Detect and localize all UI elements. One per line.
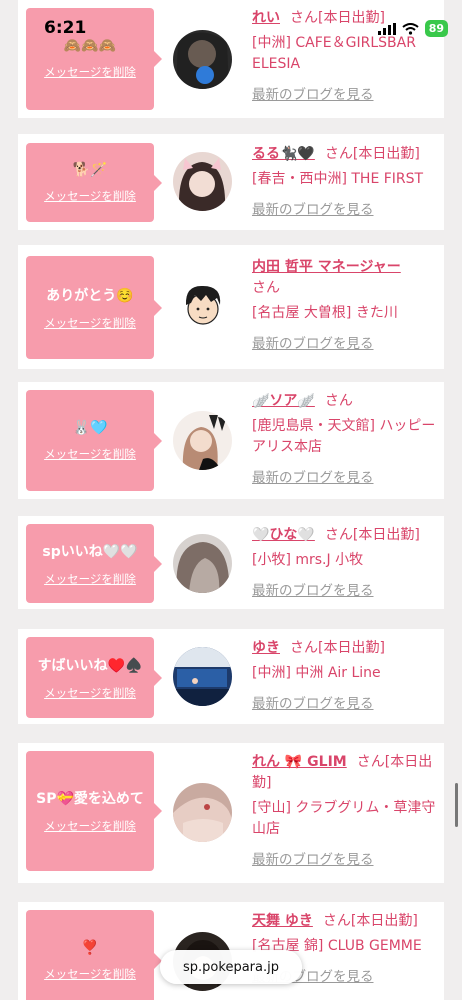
shop-name: [小牧] mrs.J 小牧	[252, 552, 364, 568]
message-bubble: SP💝愛を込めて メッセージを削除	[26, 751, 162, 871]
avatar[interactable]	[173, 647, 232, 706]
message-text: ありがとう☺️	[46, 287, 134, 304]
latest-blog-link[interactable]: 最新のブログを見る	[252, 581, 440, 602]
delete-message-link[interactable]: メッセージを削除	[44, 446, 136, 462]
message-bubble: 🐰🩵 メッセージを削除	[26, 390, 162, 491]
avatar[interactable]	[173, 534, 232, 593]
honorific-text: さん[本日出勤]	[324, 146, 420, 162]
delete-message-link[interactable]: メッセージを削除	[44, 685, 136, 701]
cast-name-link[interactable]: れい	[252, 10, 280, 26]
honorific-text: さん[本日出勤]	[290, 640, 385, 656]
shop-name: [守山] クラブグリム・草津守山店	[252, 800, 436, 837]
url-text: sp.pokepara.jp	[183, 959, 279, 975]
delete-message-link[interactable]: メッセージを削除	[44, 64, 136, 80]
shop-name: [中洲] 中洲 Air Line	[252, 665, 381, 681]
avatar[interactable]	[173, 411, 232, 470]
delete-message-link[interactable]: メッセージを削除	[44, 571, 136, 587]
cast-name-link[interactable]: ゆき	[252, 640, 280, 656]
avatar[interactable]	[173, 152, 232, 211]
honorific-text: さん[本日出勤]	[322, 913, 418, 929]
message-text: ❣️	[81, 940, 99, 956]
delete-message-link[interactable]: メッセージを削除	[44, 315, 136, 331]
latest-blog-link[interactable]: 最新のブログを見る	[252, 850, 440, 871]
honorific-text: さん	[324, 393, 353, 409]
profile-info: 🤍ひな🤍 さん[本日出勤] [小牧] mrs.J 小牧 最新のブログを見る	[252, 525, 440, 602]
cast-name-link[interactable]: 天舞 ゆき	[252, 913, 313, 929]
delete-message-link[interactable]: メッセージを削除	[44, 818, 136, 834]
cast-name-link[interactable]: れん 🎀 GLIM	[252, 754, 347, 770]
delete-message-link[interactable]: メッセージを削除	[44, 188, 136, 204]
avatar[interactable]	[173, 30, 232, 89]
profile-info: 内田 哲平 マネージャー さん [名古屋 大曽根] きた川 最新のブログを見る	[252, 257, 440, 355]
honorific-text: さん[本日出勤]	[324, 527, 420, 543]
message-bubble: 🐕🪄 メッセージを削除	[26, 143, 162, 222]
message-card: ありがとう☺️ メッセージを削除 内田 哲平 マネージャー さん [名古屋 大曽…	[18, 245, 444, 369]
profile-info: るる🐈‍⬛🖤 さん[本日出勤] [春吉・西中洲] THE FIRST 最新のブログ…	[252, 144, 440, 221]
avatar[interactable]	[173, 783, 232, 842]
honorific-text: さん	[252, 280, 280, 296]
shop-name: [鹿児島県・天文館] ハッピーアリス本店	[252, 418, 436, 455]
message-text: 🙈🙈🙈	[63, 38, 117, 54]
cast-name-link[interactable]: 内田 哲平 マネージャー	[252, 259, 401, 275]
avatar[interactable]	[173, 277, 232, 336]
message-card: すばいいね♥️♠️ メッセージを削除 ゆき さん[本日出勤] [中洲] 中洲 Ai…	[18, 629, 444, 724]
cast-name-link[interactable]: るる🐈‍⬛🖤	[252, 146, 315, 162]
message-text: SP💝愛を込めて	[36, 791, 144, 807]
cast-name-link[interactable]: 🪽ソア🪽	[252, 393, 315, 409]
latest-blog-link[interactable]: 最新のブログを見る	[252, 334, 440, 355]
message-card: 🐕🪄 メッセージを削除 るる🐈‍⬛🖤 さん[本日出勤] [春吉・西中洲] THE …	[18, 134, 444, 230]
profile-info: れん 🎀 GLIM さん[本日出勤] [守山] クラブグリム・草津守山店 最新のブ…	[252, 752, 440, 871]
message-card: spいいね🤍🤍 メッセージを削除 🤍ひな🤍 さん[本日出勤] [小牧] mrs.J…	[18, 516, 444, 609]
shop-name: [春吉・西中洲] THE FIRST	[252, 171, 424, 187]
url-bar[interactable]: sp.pokepara.jp	[160, 950, 302, 984]
shop-name: [中洲] CAFE＆GIRLSBAR ELESIA	[252, 35, 416, 72]
cast-name-link[interactable]: 🤍ひな🤍	[252, 527, 315, 543]
message-card: SP💝愛を込めて メッセージを削除 れん 🎀 GLIM さん[本日出勤] [守山]…	[18, 743, 444, 883]
scrollbar-thumb[interactable]	[455, 783, 458, 827]
shop-name: [名古屋 大曽根] きた川	[252, 305, 398, 321]
message-bubble: ❣️ メッセージを削除	[26, 910, 162, 1000]
message-card: 🐰🩵 メッセージを削除 🪽ソア🪽 さん [鹿児島県・天文館] ハッピーアリス本店 …	[18, 382, 444, 499]
message-text: すばいいね♥️♠️	[37, 657, 143, 674]
latest-blog-link[interactable]: 最新のブログを見る	[252, 694, 440, 715]
latest-blog-link[interactable]: 最新のブログを見る	[252, 468, 440, 489]
delete-message-link[interactable]: メッセージを削除	[44, 966, 136, 982]
profile-info: れい さん[本日出勤] [中洲] CAFE＆GIRLSBAR ELESIA 最新の…	[252, 8, 440, 106]
profile-info: 🪽ソア🪽 さん [鹿児島県・天文館] ハッピーアリス本店 最新のブログを見る	[252, 391, 440, 489]
message-text: 🐕🪄	[72, 161, 108, 178]
message-bubble: spいいね🤍🤍 メッセージを削除	[26, 524, 162, 603]
message-bubble: すばいいね♥️♠️ メッセージを削除	[26, 637, 162, 718]
message-bubble: ありがとう☺️ メッセージを削除	[26, 256, 162, 359]
profile-info: ゆき さん[本日出勤] [中洲] 中洲 Air Line 最新のブログを見る	[252, 638, 440, 715]
message-text: 🐰🩵	[72, 419, 108, 436]
message-text: spいいね🤍🤍	[42, 543, 138, 560]
latest-blog-link[interactable]: 最新のブログを見る	[252, 200, 440, 221]
latest-blog-link[interactable]: 最新のブログを見る	[252, 85, 440, 106]
message-card: 🙈🙈🙈 メッセージを削除 れい さん[本日出勤] [中洲] CAFE＆GIRLSB…	[18, 0, 444, 118]
honorific-text: さん[本日出勤]	[290, 10, 385, 26]
message-bubble: 🙈🙈🙈 メッセージを削除	[26, 8, 162, 110]
